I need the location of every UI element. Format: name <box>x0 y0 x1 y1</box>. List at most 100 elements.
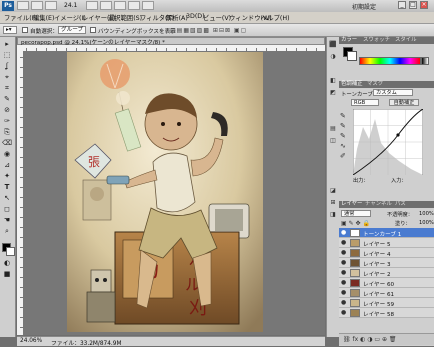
menu-edit[interactable]: 編集(E) <box>33 13 55 22</box>
layer-row[interactable]: ● レイヤー 5 <box>339 238 434 248</box>
eye-icon[interactable]: ● <box>341 260 347 266</box>
clone-source-panel-icon[interactable]: ◫ <box>329 137 337 145</box>
eye-icon[interactable]: ● <box>341 230 347 236</box>
layer-row[interactable]: ● レイヤー 61 <box>339 288 434 298</box>
tab-channels[interactable]: チャンネル <box>365 201 392 208</box>
tool-preset-picker[interactable]: ▸▾ <box>3 26 17 34</box>
tab-styles[interactable]: スタイル <box>395 37 417 44</box>
artwork-canvas[interactable]: 張 カ 八 ル 刈 <box>67 52 263 332</box>
layers-footer-icons[interactable]: ⛓ fx ◐ ◑ ▭ ⊕ 🗑 <box>339 333 434 345</box>
tab-layers[interactable]: レイヤー <box>341 201 362 208</box>
background-color-swatch[interactable] <box>6 247 15 256</box>
document-tab[interactable]: pecorapop.psd @ 24.1%(ケーンのレイヤーマスク/8) * <box>17 37 325 46</box>
zoom-tool-icon[interactable]: ⌕ <box>2 227 12 236</box>
quick-select-tool-icon[interactable]: ⌖ <box>2 73 12 82</box>
hand-tool-icon[interactable]: ☚ <box>2 216 12 225</box>
bg-color-chip[interactable] <box>347 51 357 61</box>
menu-analysis[interactable]: 解析(A) <box>166 13 188 22</box>
menu-3d[interactable]: 3D(D) <box>186 13 205 20</box>
brush-panel-icon[interactable]: ▤ <box>329 125 337 133</box>
type-tool-icon[interactable]: T <box>2 183 12 192</box>
tab-masks[interactable]: マスク <box>367 81 383 88</box>
layer-name[interactable]: レイヤー 58 <box>363 310 394 318</box>
rotate-view-button[interactable] <box>114 1 126 10</box>
gradient-tool-icon[interactable]: ◉ <box>2 150 12 159</box>
layer-row[interactable]: ● レイヤー 59 <box>339 298 434 308</box>
tab-swatches[interactable]: スウォッチ <box>363 37 390 44</box>
dodge-tool-icon[interactable]: ✦ <box>2 172 12 181</box>
bridge-button[interactable] <box>17 1 29 10</box>
history-panel-icon[interactable]: ⬛ <box>329 41 337 49</box>
layer-row[interactable]: ● レイヤー 4 <box>339 248 434 258</box>
marquee-tool-icon[interactable]: ⬚ <box>2 51 12 60</box>
menu-select[interactable]: 選択範囲(S) <box>108 13 142 22</box>
tab-color[interactable]: カラー <box>341 37 357 44</box>
hand-tool-button[interactable] <box>86 1 98 10</box>
screen-mode-icon[interactable]: ■ <box>2 270 12 279</box>
quick-mask-icon[interactable]: ◐ <box>2 259 12 268</box>
tab-paths[interactable]: パス <box>395 201 406 208</box>
eraser-tool-icon[interactable]: ⌫ <box>2 139 12 148</box>
layer-row[interactable]: ● トーンカーブ 1 <box>339 228 434 238</box>
channel-dropdown[interactable]: RGB <box>351 99 379 106</box>
layer-name[interactable]: レイヤー 2 <box>363 270 391 278</box>
move-tool-icon[interactable]: ▸ <box>2 40 12 49</box>
mini-bridge-button[interactable] <box>31 1 43 10</box>
curves-preset-dropdown[interactable]: カスタム <box>373 89 413 96</box>
align-icons[interactable]: ▥▤▦▧▨▩ ⊞⊟⊠ ▣▢ <box>170 27 247 34</box>
blend-mode-dropdown[interactable]: 通常 <box>341 210 371 217</box>
eye-icon[interactable]: ● <box>341 310 347 316</box>
color-ramp[interactable] <box>359 57 421 65</box>
screen-mode-button[interactable] <box>142 1 154 10</box>
minimize-button[interactable]: _ <box>398 1 406 9</box>
view-extras-button[interactable] <box>45 1 57 10</box>
layer-name[interactable]: トーンカーブ 1 <box>363 230 401 238</box>
maximize-button[interactable]: □ <box>409 1 417 9</box>
menu-help[interactable]: ヘルプ(H) <box>261 13 290 22</box>
paragraph-panel-icon[interactable]: ◩ <box>329 89 337 97</box>
eyedropper-tool-icon[interactable]: ✎ <box>2 95 12 104</box>
layer-row[interactable]: ● レイヤー 58 <box>339 308 434 318</box>
tab-adjustments[interactable]: 色調補正 <box>341 81 363 88</box>
layer-name[interactable]: レイヤー 59 <box>363 300 394 308</box>
lasso-tool-icon[interactable]: ʆ <box>2 62 12 71</box>
character-panel-icon[interactable]: ◧ <box>329 77 337 85</box>
clone-stamp-tool-icon[interactable]: ⎘ <box>2 128 12 137</box>
eye-icon[interactable]: ● <box>341 270 347 276</box>
path-select-tool-icon[interactable]: ↖ <box>2 194 12 203</box>
tool-presets-panel-icon[interactable]: ◨ <box>329 211 337 219</box>
bw-ramp[interactable] <box>421 57 429 65</box>
eye-icon[interactable]: ● <box>341 280 347 286</box>
layer-name[interactable]: レイヤー 3 <box>363 260 391 268</box>
blur-tool-icon[interactable]: ⊿ <box>2 161 12 170</box>
fill-value[interactable]: 100% <box>419 220 434 226</box>
info-panel-icon[interactable]: ⊞ <box>329 199 337 207</box>
healing-tool-icon[interactable]: ⊘ <box>2 106 12 115</box>
eye-icon[interactable]: ● <box>341 240 347 246</box>
navigator-panel-icon[interactable]: ◑ <box>329 53 337 61</box>
auto-button[interactable]: 自動補正 <box>389 99 419 106</box>
crop-tool-icon[interactable]: ⌗ <box>2 84 12 93</box>
curves-tool-icons[interactable]: ✎ ✎ ✎ ∿ ✐ <box>340 111 346 161</box>
auto-select-dropdown[interactable]: グループ <box>58 26 86 34</box>
layer-row[interactable]: ● レイヤー 3 <box>339 258 434 268</box>
layer-name[interactable]: レイヤー 60 <box>363 280 394 288</box>
menu-view[interactable]: ビュー(V) <box>203 13 231 22</box>
shape-tool-icon[interactable]: ◻ <box>2 205 12 214</box>
layer-name[interactable]: レイヤー 4 <box>363 250 391 258</box>
zoom-level[interactable]: 24.1 <box>64 2 77 9</box>
eye-icon[interactable]: ● <box>341 300 347 306</box>
eye-icon[interactable]: ● <box>341 250 347 256</box>
auto-select-checkbox[interactable] <box>22 27 28 33</box>
layer-name[interactable]: レイヤー 5 <box>363 240 391 248</box>
show-transform-checkbox[interactable] <box>90 27 96 33</box>
lock-icons[interactable]: ▣ ✎ ✥ 🔒 <box>341 220 370 227</box>
status-zoom[interactable]: 24.06% <box>20 338 42 344</box>
close-button[interactable]: × <box>420 1 428 9</box>
zoom-tool-button[interactable] <box>100 1 112 10</box>
layer-row[interactable]: ● レイヤー 60 <box>339 278 434 288</box>
arrange-documents-button[interactable] <box>128 1 140 10</box>
curves-graph[interactable] <box>353 109 423 175</box>
opacity-value[interactable]: 100% <box>419 211 434 217</box>
eye-icon[interactable]: ● <box>341 290 347 296</box>
